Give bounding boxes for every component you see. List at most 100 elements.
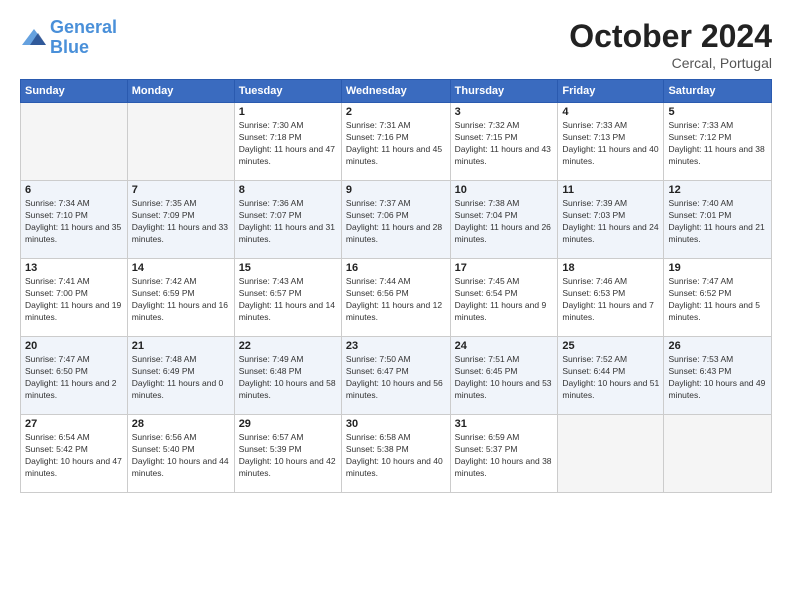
day-number: 31	[455, 418, 554, 430]
col-monday: Monday	[127, 80, 234, 103]
calendar-cell: 31 Sunrise: 6:59 AM Sunset: 5:37 PM Dayli…	[450, 415, 558, 493]
day-number: 12	[668, 184, 767, 196]
day-info: Sunrise: 7:30 AM Sunset: 7:18 PM Dayligh…	[239, 120, 337, 168]
location-subtitle: Cercal, Portugal	[569, 55, 772, 71]
calendar-cell: 13Sunrise: 7:41 AM Sunset: 7:00 PM Dayli…	[21, 259, 128, 337]
day-number: 20	[25, 340, 123, 352]
calendar-cell: 23 Sunrise: 7:50 AM Sunset: 6:47 PM Dayli…	[341, 337, 450, 415]
day-number: 30	[346, 418, 446, 430]
page: General Blue October 2024 Cercal, Portug…	[0, 0, 792, 612]
col-tuesday: Tuesday	[234, 80, 341, 103]
calendar-cell	[127, 103, 234, 181]
day-info: Sunrise: 6:57 AM Sunset: 5:39 PM Dayligh…	[239, 432, 337, 480]
day-info: Sunrise: 7:49 AM Sunset: 6:48 PM Dayligh…	[239, 354, 337, 402]
day-number: 27	[25, 418, 123, 430]
calendar-cell: 29Sunrise: 6:57 AM Sunset: 5:39 PM Dayli…	[234, 415, 341, 493]
calendar-cell: 5Sunrise: 7:33 AM Sunset: 7:12 PM Daylig…	[664, 103, 772, 181]
calendar-cell: 14 Sunrise: 7:42 AM Sunset: 6:59 PM Dayli…	[127, 259, 234, 337]
title-block: October 2024 Cercal, Portugal	[569, 18, 772, 71]
logo-icon	[20, 27, 48, 49]
col-saturday: Saturday	[664, 80, 772, 103]
calendar-cell: 12 Sunrise: 7:40 AM Sunset: 7:01 PM Dayli…	[664, 181, 772, 259]
day-info: Sunrise: 7:44 AM Sunset: 6:56 PM Dayligh…	[346, 276, 446, 324]
calendar-cell: 26 Sunrise: 7:53 AM Sunset: 6:43 PM Dayli…	[664, 337, 772, 415]
col-friday: Friday	[558, 80, 664, 103]
calendar-cell: 6 Sunrise: 7:34 AM Sunset: 7:10 PM Daylig…	[21, 181, 128, 259]
day-info: Sunrise: 7:50 AM Sunset: 6:47 PM Dayligh…	[346, 354, 446, 402]
day-info: Sunrise: 7:33 AM Sunset: 7:12 PM Dayligh…	[668, 120, 767, 168]
day-info: Sunrise: 7:34 AM Sunset: 7:10 PM Dayligh…	[25, 198, 123, 246]
day-number: 7	[132, 184, 230, 196]
day-number: 11	[562, 184, 659, 196]
calendar-cell: 25 Sunrise: 7:52 AM Sunset: 6:44 PM Dayli…	[558, 337, 664, 415]
col-thursday: Thursday	[450, 80, 558, 103]
calendar-cell: 2 Sunrise: 7:31 AM Sunset: 7:16 PM Daylig…	[341, 103, 450, 181]
calendar-cell: 19 Sunrise: 7:47 AM Sunset: 6:52 PM Dayli…	[664, 259, 772, 337]
calendar-cell: 24Sunrise: 7:51 AM Sunset: 6:45 PM Dayli…	[450, 337, 558, 415]
day-info: Sunrise: 7:47 AM Sunset: 6:50 PM Dayligh…	[25, 354, 123, 402]
day-number: 15	[239, 262, 337, 274]
day-info: Sunrise: 7:38 AM Sunset: 7:04 PM Dayligh…	[455, 198, 554, 246]
day-info: Sunrise: 7:48 AM Sunset: 6:49 PM Dayligh…	[132, 354, 230, 402]
day-number: 6	[25, 184, 123, 196]
day-info: Sunrise: 7:40 AM Sunset: 7:01 PM Dayligh…	[668, 198, 767, 246]
calendar-cell: 20 Sunrise: 7:47 AM Sunset: 6:50 PM Dayli…	[21, 337, 128, 415]
calendar-cell: 10 Sunrise: 7:38 AM Sunset: 7:04 PM Dayli…	[450, 181, 558, 259]
day-number: 26	[668, 340, 767, 352]
day-number: 18	[562, 262, 659, 274]
day-info: Sunrise: 7:35 AM Sunset: 7:09 PM Dayligh…	[132, 198, 230, 246]
day-number: 14	[132, 262, 230, 274]
calendar-week-2: 6 Sunrise: 7:34 AM Sunset: 7:10 PM Daylig…	[21, 181, 772, 259]
day-info: Sunrise: 7:31 AM Sunset: 7:16 PM Dayligh…	[346, 120, 446, 168]
month-title: October 2024	[569, 18, 772, 55]
day-info: Sunrise: 7:53 AM Sunset: 6:43 PM Dayligh…	[668, 354, 767, 402]
day-info: Sunrise: 6:59 AM Sunset: 5:37 PM Dayligh…	[455, 432, 554, 480]
day-info: Sunrise: 7:39 AM Sunset: 7:03 PM Dayligh…	[562, 198, 659, 246]
calendar-cell: 27 Sunrise: 6:54 AM Sunset: 5:42 PM Dayli…	[21, 415, 128, 493]
day-info: Sunrise: 7:36 AM Sunset: 7:07 PM Dayligh…	[239, 198, 337, 246]
day-info: Sunrise: 6:54 AM Sunset: 5:42 PM Dayligh…	[25, 432, 123, 480]
logo: General Blue	[20, 18, 117, 58]
day-info: Sunrise: 7:32 AM Sunset: 7:15 PM Dayligh…	[455, 120, 554, 168]
col-sunday: Sunday	[21, 80, 128, 103]
day-info: Sunrise: 7:33 AM Sunset: 7:13 PM Dayligh…	[562, 120, 659, 168]
calendar-cell: 8 Sunrise: 7:36 AM Sunset: 7:07 PM Daylig…	[234, 181, 341, 259]
day-number: 24	[455, 340, 554, 352]
day-number: 8	[239, 184, 337, 196]
day-number: 3	[455, 106, 554, 118]
col-wednesday: Wednesday	[341, 80, 450, 103]
day-number: 10	[455, 184, 554, 196]
calendar-header-row: Sunday Monday Tuesday Wednesday Thursday…	[21, 80, 772, 103]
day-info: Sunrise: 7:52 AM Sunset: 6:44 PM Dayligh…	[562, 354, 659, 402]
calendar-week-1: 1Sunrise: 7:30 AM Sunset: 7:18 PM Daylig…	[21, 103, 772, 181]
calendar-week-4: 20 Sunrise: 7:47 AM Sunset: 6:50 PM Dayli…	[21, 337, 772, 415]
calendar-cell: 28Sunrise: 6:56 AM Sunset: 5:40 PM Dayli…	[127, 415, 234, 493]
calendar-cell: 3 Sunrise: 7:32 AM Sunset: 7:15 PM Daylig…	[450, 103, 558, 181]
calendar-cell: 11 Sunrise: 7:39 AM Sunset: 7:03 PM Dayli…	[558, 181, 664, 259]
calendar-cell: 15 Sunrise: 7:43 AM Sunset: 6:57 PM Dayli…	[234, 259, 341, 337]
logo-text: General Blue	[50, 18, 117, 58]
calendar-cell: 4 Sunrise: 7:33 AM Sunset: 7:13 PM Daylig…	[558, 103, 664, 181]
day-number: 25	[562, 340, 659, 352]
day-number: 16	[346, 262, 446, 274]
calendar-cell: 7 Sunrise: 7:35 AM Sunset: 7:09 PM Daylig…	[127, 181, 234, 259]
calendar-table: Sunday Monday Tuesday Wednesday Thursday…	[20, 79, 772, 493]
calendar-cell: 21Sunrise: 7:48 AM Sunset: 6:49 PM Dayli…	[127, 337, 234, 415]
calendar-cell: 16 Sunrise: 7:44 AM Sunset: 6:56 PM Dayli…	[341, 259, 450, 337]
day-number: 2	[346, 106, 446, 118]
calendar-cell	[664, 415, 772, 493]
day-info: Sunrise: 7:42 AM Sunset: 6:59 PM Dayligh…	[132, 276, 230, 324]
day-info: Sunrise: 7:37 AM Sunset: 7:06 PM Dayligh…	[346, 198, 446, 246]
calendar-cell: 9 Sunrise: 7:37 AM Sunset: 7:06 PM Daylig…	[341, 181, 450, 259]
calendar-cell: 30Sunrise: 6:58 AM Sunset: 5:38 PM Dayli…	[341, 415, 450, 493]
day-number: 17	[455, 262, 554, 274]
day-number: 23	[346, 340, 446, 352]
header: General Blue October 2024 Cercal, Portug…	[20, 18, 772, 71]
day-number: 4	[562, 106, 659, 118]
calendar-cell: 17 Sunrise: 7:45 AM Sunset: 6:54 PM Dayli…	[450, 259, 558, 337]
day-number: 9	[346, 184, 446, 196]
day-info: Sunrise: 7:47 AM Sunset: 6:52 PM Dayligh…	[668, 276, 767, 324]
day-info: Sunrise: 7:43 AM Sunset: 6:57 PM Dayligh…	[239, 276, 337, 324]
day-number: 19	[668, 262, 767, 274]
day-info: Sunrise: 7:45 AM Sunset: 6:54 PM Dayligh…	[455, 276, 554, 324]
